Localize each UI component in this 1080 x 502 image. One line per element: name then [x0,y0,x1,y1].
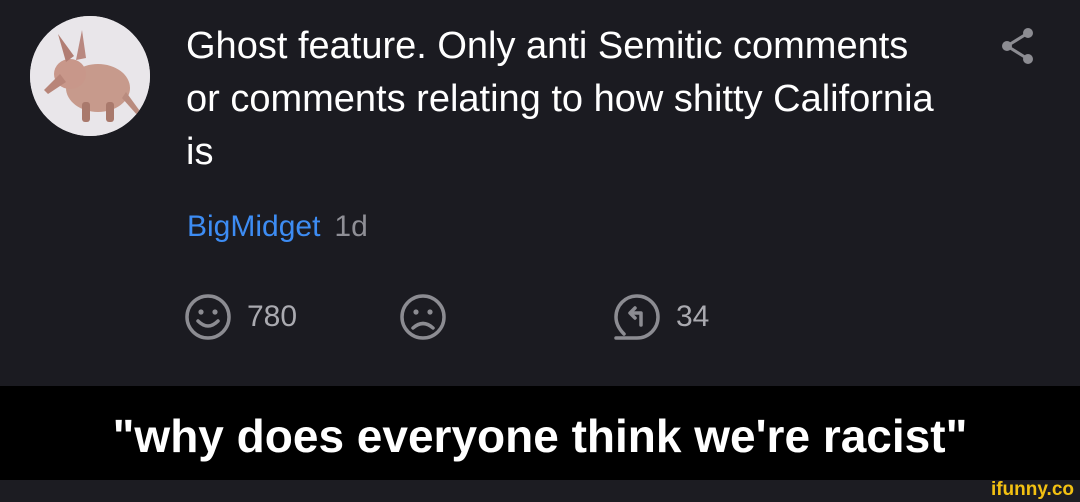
smile-button[interactable]: 780 [183,292,297,342]
unsmile-button[interactable] [398,292,448,342]
smile-icon [185,294,231,340]
aardvark-avatar-icon [30,16,150,136]
reply-button[interactable]: 34 [612,292,709,342]
comment-meta: BigMidget 1d [187,207,368,247]
comment-text: Ghost feature. Only anti Semitic comment… [186,25,934,173]
footer-bar [0,480,1080,502]
ifunny-watermark: ifunny.co [990,479,1074,500]
reply-count: 34 [676,300,710,333]
avatar[interactable] [30,16,150,136]
share-icon[interactable] [998,26,1038,66]
frown-icon [400,294,446,340]
meme-caption: "why does everyone think we're racist" [0,386,1080,480]
author-name[interactable]: BigMidget [187,210,320,243]
comment-age: 1d [334,210,368,243]
reply-icon [614,294,660,340]
smile-count: 780 [247,300,298,333]
comment-card: Ghost feature. Only anti Semitic comment… [0,0,1080,386]
